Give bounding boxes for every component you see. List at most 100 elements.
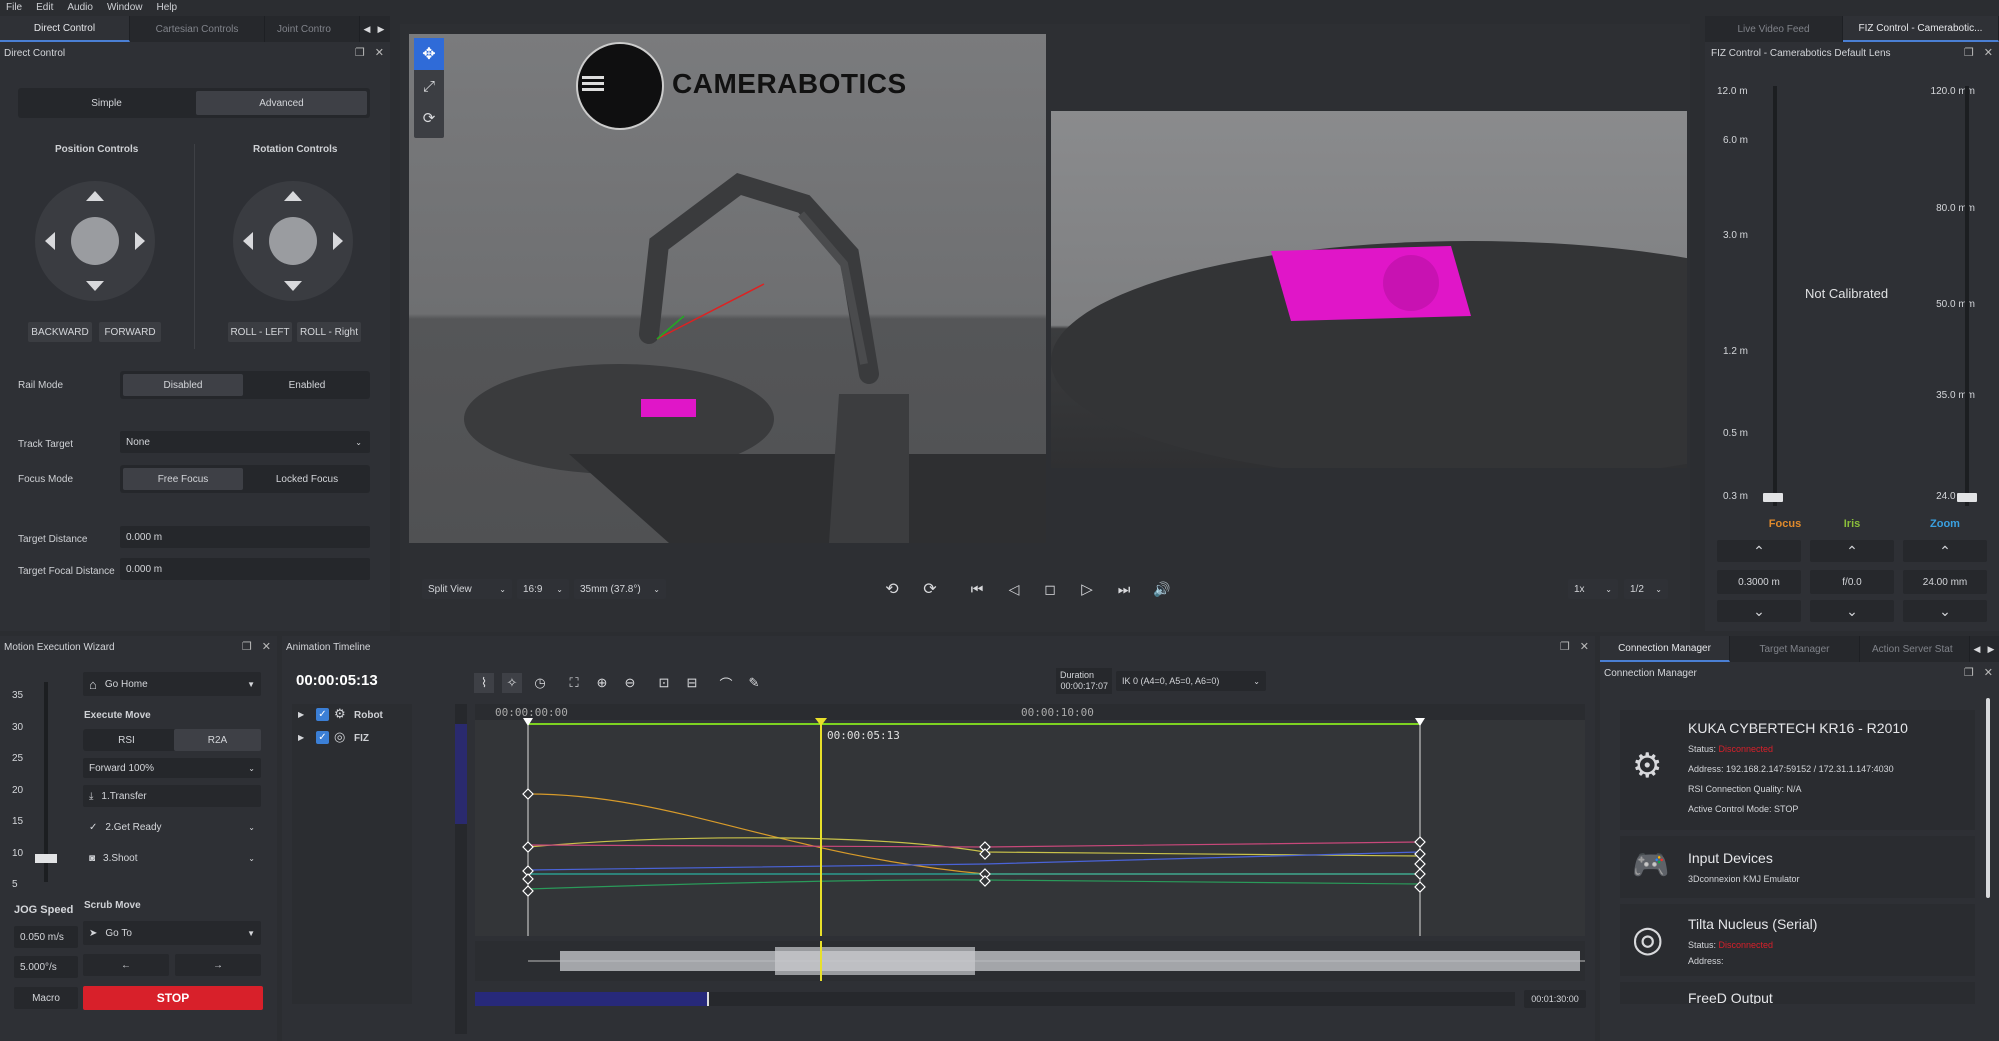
zoom-slider-handle[interactable] — [1957, 493, 1977, 502]
focus-value[interactable]: 0.3000 m — [1717, 570, 1801, 594]
goto-select[interactable]: ➤ Go To ▼ — [83, 921, 261, 945]
arrow-down-icon[interactable] — [284, 281, 302, 291]
rsi-button[interactable]: RSI — [83, 729, 170, 751]
expand-icon[interactable]: ⤢ — [414, 70, 444, 102]
stop-button[interactable]: STOP — [83, 986, 263, 1010]
undock-icon[interactable]: ❐ — [242, 640, 252, 653]
skip-end-icon[interactable]: ⏭ — [1112, 579, 1136, 599]
stop-icon[interactable]: ◻ — [1038, 579, 1062, 599]
iris-down-icon[interactable]: ⌄ — [1810, 600, 1894, 622]
zoom-up-icon[interactable]: ⌃ — [1903, 540, 1987, 562]
fraction-select[interactable]: 1/2 ⌄ — [1624, 579, 1668, 599]
curve-tool-icon[interactable]: ⌒ — [716, 673, 736, 693]
position-dpad[interactable] — [35, 181, 155, 301]
tab-fiz-control[interactable]: FIZ Control - Camerabotic... — [1843, 16, 1999, 42]
move-icon[interactable]: ✥ — [414, 38, 444, 70]
view-mode-select[interactable]: Split View ⌄ — [422, 579, 512, 599]
audio-waveform[interactable] — [475, 941, 1585, 981]
robot-connection-card[interactable]: ⚙ KUKA CYBERTECH KR16 - R2010 Status: Di… — [1620, 710, 1975, 830]
menu-audio[interactable]: Audio — [67, 2, 93, 13]
fit-icon[interactable]: ⛶ — [564, 673, 584, 693]
tab-live-video-feed[interactable]: Live Video Feed — [1705, 16, 1843, 42]
aspect-select[interactable]: 16:9 ⌄ — [517, 579, 569, 599]
tab-target-manager[interactable]: Target Manager — [1730, 636, 1860, 662]
tab-scroll-right-icon[interactable]: ▶ — [1984, 636, 1998, 662]
tab-scroll-right-icon[interactable]: ▶ — [374, 16, 388, 42]
close-icon[interactable]: ✕ — [1984, 46, 1993, 59]
track-target-select[interactable]: None ⌄ — [120, 431, 370, 453]
menu-edit[interactable]: Edit — [36, 2, 53, 13]
jog-speed-slider-track[interactable] — [44, 682, 48, 882]
tab-cartesian-controls[interactable]: Cartesian Controls — [130, 16, 265, 42]
target-focal-input[interactable]: 0.000 m — [120, 558, 370, 580]
expand-arrow-icon[interactable]: ▶ — [298, 710, 304, 719]
step-shoot[interactable]: ◙ 3.Shoot ⌄ — [83, 847, 261, 869]
close-icon[interactable]: ✕ — [1580, 640, 1589, 653]
undock-icon[interactable]: ❐ — [355, 46, 365, 59]
rail-enabled-button[interactable]: Enabled — [247, 374, 367, 396]
r2a-button[interactable]: R2A — [174, 729, 261, 751]
track-scrollbar[interactable] — [455, 704, 467, 1034]
scrub-right-button[interactable]: → — [175, 954, 261, 976]
scrub-left-button[interactable]: ← — [83, 954, 169, 976]
keyframe-mode-icon[interactable]: ✧ — [502, 673, 522, 693]
viewport-3d-right[interactable] — [1051, 111, 1687, 468]
ik-select[interactable]: IK 0 (A4=0, A5=0, A6=0) ⌄ — [1116, 671, 1266, 691]
frame-all-icon[interactable]: ⊟ — [682, 673, 702, 693]
arrow-left-icon[interactable] — [45, 232, 55, 250]
iris-value[interactable]: f/0.0 — [1810, 570, 1894, 594]
jog-angular-input[interactable]: 5.000°/s — [14, 956, 78, 978]
clock-icon[interactable]: ◷ — [530, 673, 550, 693]
timeline-scroll[interactable] — [475, 992, 1515, 1006]
step-back-icon[interactable]: ◁ — [1002, 579, 1026, 599]
undock-icon[interactable]: ❐ — [1964, 46, 1974, 59]
tab-joint-controls[interactable]: Joint Contro — [265, 16, 360, 42]
arrow-right-icon[interactable] — [333, 232, 343, 250]
curve-mode-icon[interactable]: ⌇ — [474, 673, 494, 693]
input-devices-card[interactable]: 🎮 Input Devices 3Dconnexion KMJ Emulator — [1620, 836, 1975, 898]
forward-button[interactable]: FORWARD — [99, 322, 161, 342]
zoom-value[interactable]: 24.00 mm — [1903, 570, 1987, 594]
jog-speed-slider-handle[interactable] — [35, 854, 57, 863]
rotation-knob[interactable] — [269, 217, 317, 265]
duration-box[interactable]: Duration 00:00:17:07 — [1056, 668, 1112, 694]
arrow-down-icon[interactable] — [86, 281, 104, 291]
curve-editor[interactable]: 00:00:00:00 00:00:10:00 00:00:05:13 — [475, 704, 1585, 936]
zoom-in-icon[interactable]: ⊕ — [592, 673, 612, 693]
jog-linear-input[interactable]: 0.050 m/s — [14, 926, 78, 948]
close-icon[interactable]: ✕ — [262, 640, 271, 653]
arrow-up-icon[interactable] — [284, 191, 302, 201]
focus-slider-handle[interactable] — [1763, 493, 1783, 502]
viewport-3d-left[interactable]: CAMERABOTICS — [409, 34, 1046, 543]
repeat-icon[interactable]: ⟳ — [918, 579, 942, 599]
arrow-left-icon[interactable] — [243, 232, 253, 250]
free-focus-button[interactable]: Free Focus — [123, 468, 243, 490]
rail-disabled-button[interactable]: Disabled — [123, 374, 243, 396]
zoom-slider-track[interactable] — [1965, 86, 1969, 506]
macro-button[interactable]: Macro — [14, 987, 78, 1009]
mode-advanced-button[interactable]: Advanced — [196, 91, 367, 115]
conn-scrollbar[interactable] — [1986, 698, 1990, 898]
mode-simple-button[interactable]: Simple — [21, 91, 192, 115]
menu-window[interactable]: Window — [107, 2, 143, 13]
roll-right-button[interactable]: ROLL - Right — [297, 322, 361, 342]
frame-selection-icon[interactable]: ⊡ — [654, 673, 674, 693]
loop-icon[interactable]: ⟲ — [880, 579, 904, 599]
robot-checkbox[interactable]: ✓ — [316, 708, 329, 721]
undock-icon[interactable]: ❐ — [1560, 640, 1570, 653]
rotation-dpad[interactable] — [233, 181, 353, 301]
roll-left-button[interactable]: ROLL - LEFT — [228, 322, 292, 342]
speed-select[interactable]: 1x ⌄ — [1568, 579, 1618, 599]
focus-slider-track[interactable] — [1773, 86, 1777, 506]
tab-action-server[interactable]: Action Server Stat — [1860, 636, 1970, 662]
undock-icon[interactable]: ❐ — [1964, 666, 1974, 679]
rotate-icon[interactable]: ⟳ — [414, 102, 444, 134]
tilta-card[interactable]: ◎ Tilta Nucleus (Serial) Status: Disconn… — [1620, 904, 1975, 976]
lens-select[interactable]: 35mm (37.8°) ⌄ — [574, 579, 666, 599]
tab-connection-manager[interactable]: Connection Manager — [1600, 636, 1730, 662]
magic-wand-icon[interactable]: ✎ — [744, 673, 764, 693]
locked-focus-button[interactable]: Locked Focus — [247, 468, 367, 490]
expand-arrow-icon[interactable]: ▶ — [298, 733, 304, 742]
focus-up-icon[interactable]: ⌃ — [1717, 540, 1801, 562]
volume-icon[interactable]: 🔊 — [1150, 579, 1174, 599]
